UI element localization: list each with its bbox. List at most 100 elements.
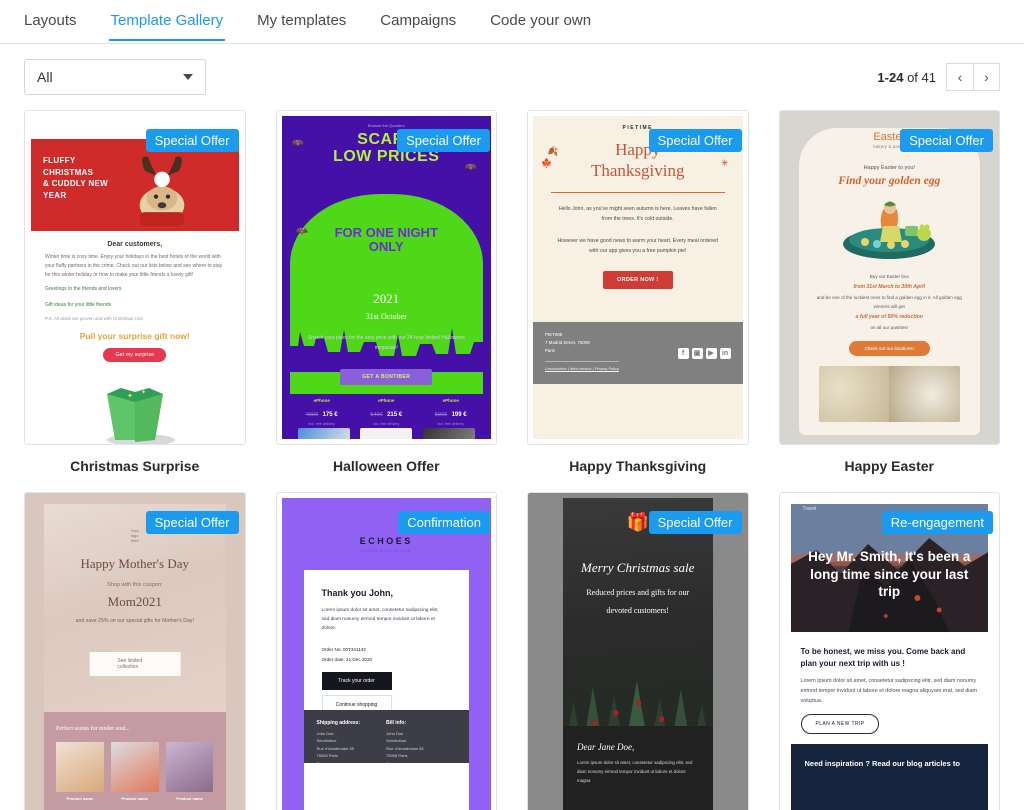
email-preview: 🎁 Merry Christmas sale Reduced prices an… xyxy=(528,493,748,810)
cta-button[interactable]: PLAN A NEW TRIP xyxy=(800,714,880,734)
template-card[interactable]: Special Offer Easter bakery & pastry Hap… xyxy=(778,110,1000,492)
category-filter-select[interactable]: All xyxy=(24,59,206,95)
greeting: Dear Jane Doe, xyxy=(577,742,635,752)
headline: Hey Mr. Smith, It's been a long time sin… xyxy=(808,549,971,600)
email-body-card: Thank you John, Lorem ipsum dolor sit am… xyxy=(303,570,469,715)
cta-button[interactable]: ORDER NOW ! xyxy=(603,270,673,289)
template-thumbnail[interactable]: Special Offer FLUFFY CHRISTMAS & CUDDLY NE… xyxy=(24,110,246,445)
footer-brand: PIETIME xyxy=(545,332,563,337)
product-item[interactable]: Product name xyxy=(56,742,104,801)
footer-address: 7 Madrid Street, 75008 Paris xyxy=(545,340,590,354)
template-card[interactable]: Re-engagement Travel Hey Mr. Smith, It's… xyxy=(778,492,1000,810)
cta-button[interactable]: GET A BONTIBER xyxy=(340,369,433,385)
product-image xyxy=(165,742,214,792)
product-note: incl. free delivery xyxy=(437,422,464,426)
template-title: Happy Thanksgiving xyxy=(569,458,707,474)
svg-text:✦: ✦ xyxy=(127,392,133,400)
body-text: Lorem ipsum dolor sit amet, consetetur s… xyxy=(321,608,439,632)
template-thumbnail[interactable]: Special Offer 🎁 Merry Christmas sale Red… xyxy=(527,492,749,810)
product-image xyxy=(422,428,475,439)
body-text-one: Hello John, as you've might seen autumn … xyxy=(558,206,717,223)
linkedin-icon[interactable]: in xyxy=(719,347,731,359)
preheader: Browse the Quarters xyxy=(367,123,405,128)
svg-text:✦: ✦ xyxy=(141,389,146,396)
blog-promo-heading: Need inspiration ? Read our blog article… xyxy=(804,759,960,768)
template-card[interactable]: Special Offer PIETIME Happy Thanksgiving … xyxy=(527,110,749,492)
lead-text: To be honest, we miss you. Come back and… xyxy=(800,647,966,669)
leaf-icon: ✳ xyxy=(720,158,729,168)
template-thumbnail[interactable]: Re-engagement Travel Hey Mr. Smith, It's… xyxy=(778,492,1000,810)
category-filter-value: All xyxy=(37,69,53,85)
template-card[interactable]: Special Offer 🎁 Merry Christmas sale Red… xyxy=(527,492,749,810)
product-name: Product name xyxy=(176,796,203,801)
instagram-icon[interactable]: ▣ xyxy=(691,347,703,359)
subheadline: Reduced prices and gifts for our devoted… xyxy=(586,588,690,615)
template-card[interactable]: Special Offer FLUFFY CHRISTMAS & CUDDLY NE… xyxy=(24,110,246,492)
template-grid: Special Offer FLUFFY CHRISTMAS & CUDDLY NE… xyxy=(0,110,1024,810)
product-item: ePhone 590€ 199 € incl. free delivery xyxy=(435,398,467,426)
tab-layouts[interactable]: Layouts xyxy=(24,12,77,41)
email-preview: Travel Hey Mr. Smith, It's been a long t… xyxy=(779,493,999,810)
product-image xyxy=(56,742,104,792)
status-badge: Special Offer xyxy=(145,511,239,534)
hero-banner: FLUFFY CHRISTMAS & CUDDLY NEW YEAR xyxy=(31,139,239,231)
product-item[interactable]: Product name xyxy=(165,742,214,801)
template-thumbnail[interactable]: Special Offer Browse the Quarters SCARY L… xyxy=(275,110,497,445)
tab-code-your-own[interactable]: Code your own xyxy=(490,12,591,41)
template-card[interactable]: Confirmation ECHOES CLEAN SIMPLE FUN Tha… xyxy=(275,492,497,810)
template-thumbnail[interactable]: Special Offer Easter bakery & pastry Hap… xyxy=(778,110,1000,445)
next-page-button[interactable]: › xyxy=(973,63,1000,91)
body-emphasis-two: a full year of 50% reduction xyxy=(855,313,923,320)
pagination-total: of 41 xyxy=(907,69,936,85)
email-body: Dear Jane Doe, Lorem ipsum dolor sit ame… xyxy=(563,726,713,810)
tab-campaigns[interactable]: Campaigns xyxy=(380,12,456,41)
template-thumbnail[interactable]: Special Offer PIETIME Happy Thanksgiving … xyxy=(527,110,749,445)
coupon-label: Shop with this coupon: xyxy=(107,582,163,588)
order-meta: Order No: 00T341142 Order date: 21 Dec 2… xyxy=(322,645,452,663)
year-text: 2021 xyxy=(373,291,400,306)
greeting: Dear customers, xyxy=(107,241,163,248)
cta-button[interactable]: Get my surprise xyxy=(103,348,167,363)
headline: Find your golden egg xyxy=(838,175,941,187)
new-price: 215 € xyxy=(387,412,403,418)
gallery-toolbar: All 1-24 of 41 ‹ › xyxy=(0,44,1024,110)
template-thumbnail[interactable]: Confirmation ECHOES CLEAN SIMPLE FUN Tha… xyxy=(275,492,497,810)
track-order-button[interactable]: Track your order xyxy=(321,671,392,690)
template-card[interactable]: Special Offer Browse the Quarters SCARY L… xyxy=(275,110,497,492)
link-one[interactable]: Greetings to the friends and lovers xyxy=(45,285,225,295)
footer-links[interactable]: Unsubscribe | Web-version | Privacy Poli… xyxy=(545,361,619,371)
body-text: Lorem ipsum dolor sit amet, consetetur s… xyxy=(577,760,693,783)
email-preview: Easter bakery & pastry Happy Easter to y… xyxy=(779,111,999,444)
template-card[interactable]: Special Offer Your logo here Happy Mothe… xyxy=(24,492,246,810)
link-two[interactable]: Gift ideas for your little friends xyxy=(45,301,225,311)
cta-button[interactable]: Check out our locations! xyxy=(848,341,930,357)
email-body: Dear customers, Winter time is cosy time… xyxy=(31,231,239,444)
billing-address: John Doe Sendinblue Rue d'Amsterdam 55 7… xyxy=(386,731,424,766)
tab-my-templates[interactable]: My templates xyxy=(257,12,346,41)
status-badge: Special Offer xyxy=(648,511,742,534)
hero-headline: FLUFFY CHRISTMAS & CUDDLY NEW YEAR xyxy=(43,156,108,200)
subheadline: FOR ONE NIGHT ONLY xyxy=(334,225,438,255)
youtube-icon[interactable]: ▶ xyxy=(705,347,717,359)
order-date: Order date: 21 Dec 2020 xyxy=(321,656,373,662)
new-price: 199 € xyxy=(451,412,467,418)
status-badge: Confirmation xyxy=(398,511,490,534)
email-preview: Your logo here Happy Mother's Day Shop w… xyxy=(25,493,245,810)
tab-template-gallery[interactable]: Template Gallery xyxy=(108,12,225,41)
headline: Merry Christmas sale xyxy=(581,560,695,575)
cta-button[interactable]: See limited collection xyxy=(89,652,181,676)
gift-icon: 🎁 xyxy=(626,512,649,532)
date-text: 31st October xyxy=(365,312,407,321)
body-text-two: However we have good news to warm your h… xyxy=(557,237,719,255)
status-badge: Special Offer xyxy=(397,129,490,152)
billing-heading: Bill info: xyxy=(386,720,407,726)
easter-illustration xyxy=(843,201,936,259)
pagination: 1-24 of 41 ‹ › xyxy=(877,63,1000,91)
facebook-icon[interactable]: f xyxy=(677,347,689,359)
email-preview: Browse the Quarters SCARY LOW PRICES FOR … xyxy=(276,111,496,444)
product-item[interactable]: Product name xyxy=(110,742,159,801)
product-note: incl. free delivery xyxy=(373,422,400,426)
prev-page-button[interactable]: ‹ xyxy=(946,63,973,91)
template-thumbnail[interactable]: Special Offer Your logo here Happy Mothe… xyxy=(24,492,246,810)
leaf-icon: 🍁 xyxy=(541,158,553,168)
